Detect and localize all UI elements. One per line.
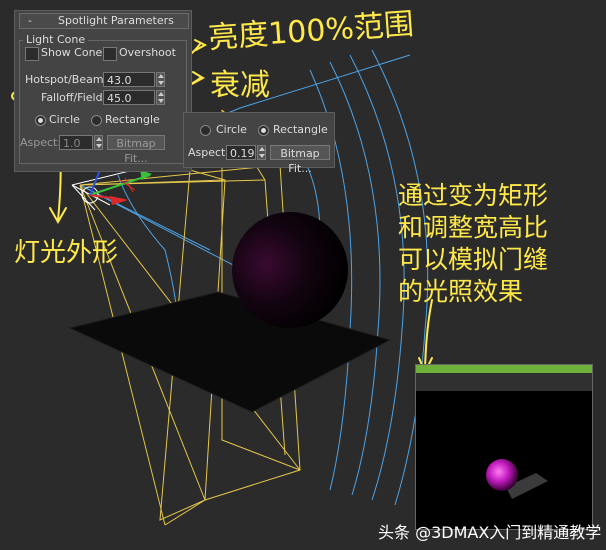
light-gizmo[interactable] <box>71 167 152 211</box>
render-title-bar[interactable] <box>416 365 592 373</box>
spotlight-parameters-panel: - Spotlight Parameters Light Cone Show C… <box>14 10 192 172</box>
popup-aspect-input[interactable]: 0.19 <box>226 145 256 160</box>
explanation-line: 可以模拟门缝 <box>398 245 549 274</box>
explanation-line: 通过变为矩形 <box>398 181 549 210</box>
render-image <box>486 459 548 499</box>
circle-label: Circle <box>49 113 80 126</box>
light-cone-label: Light Cone <box>23 33 89 46</box>
rollout-title: Spotlight Parameters <box>58 14 174 27</box>
hotspot-input[interactable]: 43.0 <box>103 72 155 87</box>
explanation-line: 和调整宽高比 <box>398 213 549 242</box>
falloff-input[interactable]: 45.0 <box>103 90 155 105</box>
rectangle-settings-panel: Circle Rectangle Aspect: 0.19 Bitmap Fit… <box>183 112 335 175</box>
explanation-annotation: 通过变为矩形 和调整宽高比 可以模拟门缝 的光照效果 <box>398 180 548 308</box>
bitmap-fit-button[interactable]: Bitmap Fit... <box>107 135 165 165</box>
rectangle-radio[interactable] <box>91 115 102 126</box>
render-preview-window[interactable] <box>415 364 593 530</box>
watermark: 头条 @3DMAX入门到精通教学 <box>378 523 602 542</box>
aspect-label: Aspect: <box>20 136 62 149</box>
explanation-line: 的光照效果 <box>398 277 524 306</box>
popup-aspect-label: Aspect: <box>188 146 230 159</box>
popup-circle-label: Circle <box>216 123 247 136</box>
ground-plane <box>68 291 392 413</box>
aspect-spinner[interactable] <box>94 135 103 150</box>
popup-circle-radio[interactable] <box>200 125 211 136</box>
rectangle-label: Rectangle <box>105 113 160 126</box>
render-toolbar[interactable] <box>416 373 592 391</box>
popup-aspect-spinner[interactable] <box>257 145 266 160</box>
collapse-icon[interactable]: - <box>28 14 32 28</box>
overshoot-checkbox[interactable] <box>103 47 117 61</box>
hotspot-label: Hotspot/Beam: <box>25 73 108 86</box>
show-cone-label: Show Cone <box>41 46 103 59</box>
sphere <box>232 212 348 328</box>
attenuation-annotation: 衰减 <box>210 68 270 103</box>
popup-rectangle-radio[interactable] <box>258 125 269 136</box>
light-shape-annotation: 灯光外形 <box>14 238 119 268</box>
falloff-label: Falloff/Field: <box>41 91 107 104</box>
falloff-spinner[interactable] <box>156 90 165 105</box>
rollout-header[interactable]: - Spotlight Parameters <box>19 13 189 29</box>
circle-radio[interactable] <box>35 115 46 126</box>
overshoot-label: Overshoot <box>119 46 176 59</box>
popup-rectangle-label: Rectangle <box>273 123 328 136</box>
popup-bitmap-fit-button[interactable]: Bitmap Fit... <box>270 145 330 175</box>
hotspot-spinner[interactable] <box>156 72 165 87</box>
show-cone-checkbox[interactable] <box>25 47 39 61</box>
aspect-input[interactable]: 1.0 <box>59 135 93 150</box>
